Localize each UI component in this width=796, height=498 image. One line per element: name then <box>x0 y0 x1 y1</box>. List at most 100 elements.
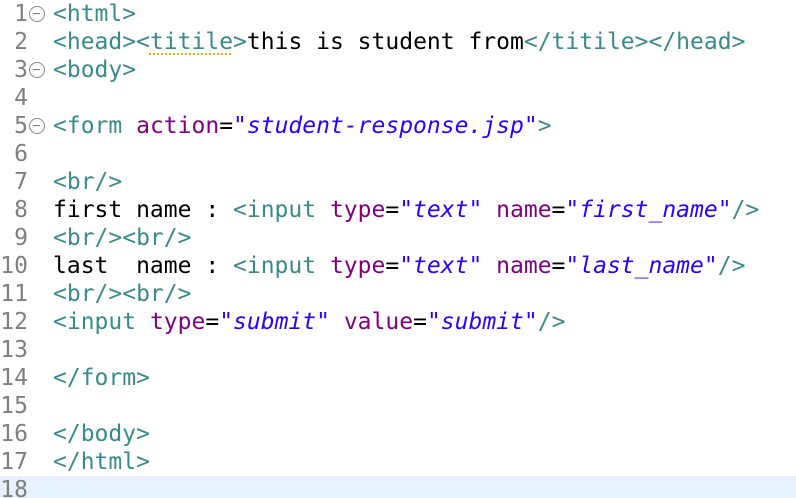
collapse-fold-icon[interactable] <box>29 62 45 78</box>
line-number: 8 <box>14 197 28 223</box>
code-line[interactable]: 5 <form action="student-response.jsp"> <box>0 112 796 140</box>
tag-token: <body> <box>53 57 137 83</box>
line-code[interactable]: </body> <box>53 420 150 448</box>
collapse-fold-icon[interactable] <box>29 118 45 134</box>
line-gutter: 16 <box>0 420 50 448</box>
code-line[interactable]: 2 <head><titile>this is student from</tit… <box>0 28 796 56</box>
line-code[interactable]: <body> <box>53 56 136 84</box>
code-line[interactable]: 7 <br/> <box>0 168 796 196</box>
line-gutter: 9 <box>0 224 50 252</box>
line-number: 3 <box>14 57 28 83</box>
code-line[interactable]: 15 <box>0 392 796 420</box>
line-gutter: 15 <box>0 392 50 420</box>
text-token: first name : <box>53 197 234 223</box>
attribute-token: type <box>329 197 386 223</box>
code-line[interactable]: 14 </form> <box>0 364 796 392</box>
attribute-token: type <box>329 253 386 279</box>
line-number: 7 <box>14 169 28 195</box>
code-line[interactable]: 11 <br/><br/> <box>0 280 796 308</box>
tag-token: <form <box>53 113 137 139</box>
attribute-token: value <box>343 309 414 335</box>
attribute-token: name <box>496 197 552 223</box>
string-token: "last_name" <box>565 253 718 279</box>
tag-token: > <box>537 113 552 139</box>
tag-token: <br/><br/> <box>53 225 192 251</box>
code-line[interactable]: 1 <html> <box>0 0 796 28</box>
tag-token: /> <box>731 197 760 223</box>
line-code[interactable]: <html> <box>53 0 136 28</box>
line-number: 5 <box>14 113 28 139</box>
code-line[interactable]: 8 first name : <input type="text" name="f… <box>0 196 796 224</box>
tag-token: <input <box>53 309 150 335</box>
code-line[interactable]: 4 <box>0 84 796 112</box>
code-line[interactable]: 6 <box>0 140 796 168</box>
line-gutter: 14 <box>0 364 50 392</box>
line-code[interactable]: </form> <box>53 364 150 392</box>
line-number: 9 <box>14 225 28 251</box>
line-number: 12 <box>0 309 28 335</box>
line-code[interactable]: <head><titile>this is student from</titi… <box>53 28 745 56</box>
line-gutter: 12 <box>0 308 50 336</box>
attribute-token: action <box>136 113 220 139</box>
tag-token: </html> <box>53 449 150 475</box>
tag-token: /> <box>717 253 746 279</box>
line-code[interactable]: last name : <input type="text" name="las… <box>53 252 745 280</box>
line-gutter: 3 <box>0 56 50 84</box>
tag-token: <head> <box>53 29 137 55</box>
code-line[interactable]: 16 </body> <box>0 420 796 448</box>
tag-token: /> <box>537 309 566 335</box>
string-token: "first_name" <box>565 197 732 223</box>
text-token: = <box>219 113 234 139</box>
line-gutter: 10 <box>0 252 50 280</box>
line-number: 16 <box>0 421 28 447</box>
line-gutter: 18 <box>0 476 50 498</box>
line-gutter: 5 <box>0 112 50 140</box>
tag-token: < <box>136 29 150 55</box>
code-line[interactable]: 13 <box>0 336 796 364</box>
line-gutter: 11 <box>0 280 50 308</box>
tag-token: <br/><br/> <box>53 281 192 307</box>
code-line[interactable]: 9 <br/><br/> <box>0 224 796 252</box>
code-line[interactable]: 12 <input type="submit" value="submit"/> <box>0 308 796 336</box>
text-token: = <box>385 253 400 279</box>
code-line[interactable]: 10 last name : <input type="text" name="l… <box>0 252 796 280</box>
line-gutter: 4 <box>0 84 50 112</box>
line-gutter: 6 <box>0 140 50 168</box>
line-gutter: 1 <box>0 0 50 28</box>
current-code-line[interactable]: 18 <box>0 476 796 498</box>
spelling-warning-token: titile <box>149 29 234 55</box>
collapse-fold-icon[interactable] <box>29 6 45 22</box>
line-code[interactable]: <br/><br/> <box>53 224 191 252</box>
tag-token: </titile></head> <box>523 29 746 55</box>
code-editor[interactable]: 1 <html> 2 <head><titile>this is student fr… <box>0 0 796 498</box>
line-number: 2 <box>14 29 28 55</box>
line-number: 18 <box>0 477 28 498</box>
code-line[interactable]: 3 <body> <box>0 56 796 84</box>
tag-token: </form> <box>53 365 150 391</box>
attribute-token: type <box>149 309 206 335</box>
line-code[interactable]: </html> <box>53 448 150 476</box>
line-code[interactable]: <form action="student-response.jsp"> <box>53 112 552 140</box>
line-number: 1 <box>14 1 28 27</box>
code-line[interactable]: 17 </html> <box>0 448 796 476</box>
string-token: "submit" <box>426 309 538 335</box>
tag-token: <input <box>233 253 330 279</box>
tag-token: </body> <box>53 421 150 447</box>
line-number: 6 <box>14 141 28 167</box>
text-token: = <box>385 197 400 223</box>
attribute-token: name <box>496 253 552 279</box>
line-gutter: 2 <box>0 28 50 56</box>
line-code[interactable]: first name : <input type="text" name="fi… <box>53 196 759 224</box>
line-code[interactable]: <br/> <box>53 168 122 196</box>
line-number: 15 <box>0 393 28 419</box>
line-code[interactable]: <br/><br/> <box>53 280 191 308</box>
text-token: last name : <box>53 253 234 279</box>
tag-token: <br/> <box>53 169 123 195</box>
text-token: = <box>413 309 427 335</box>
line-number: 14 <box>0 365 28 391</box>
string-token: "submit" <box>219 309 330 335</box>
line-code[interactable]: <input type="submit" value="submit"/> <box>53 308 565 336</box>
line-number: 13 <box>0 337 28 363</box>
